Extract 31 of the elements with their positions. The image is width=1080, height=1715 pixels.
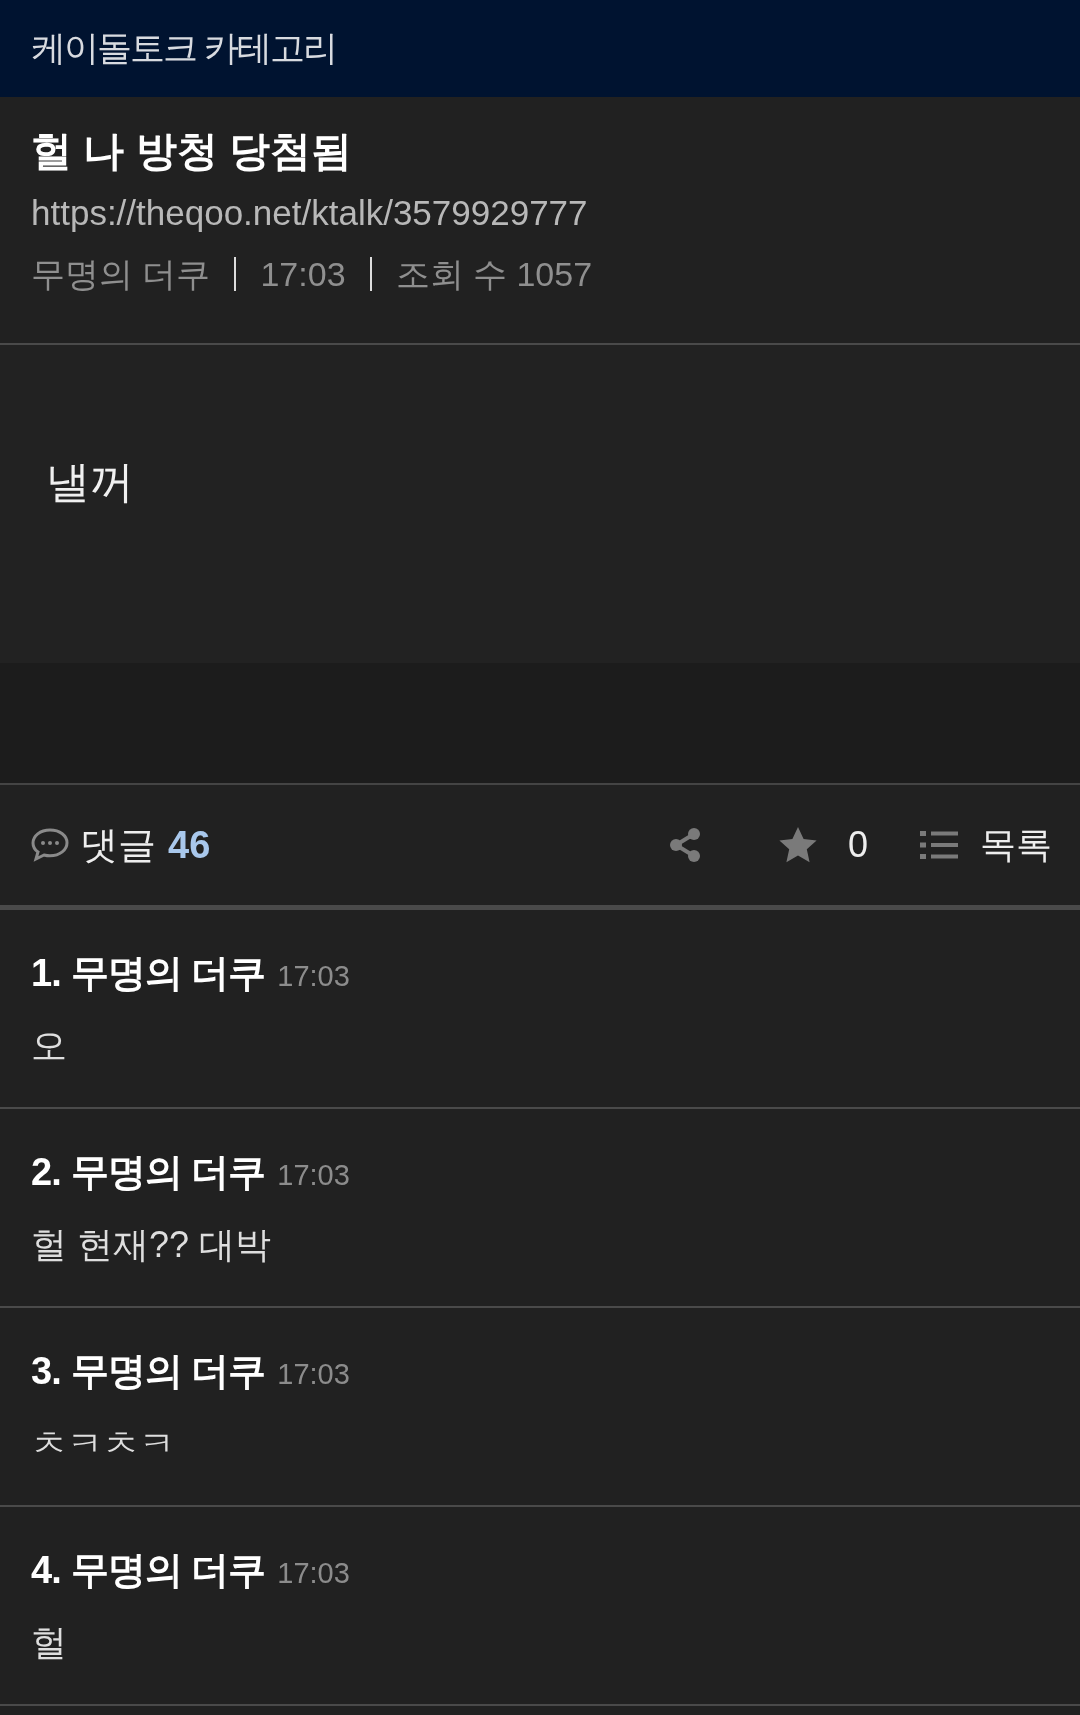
post-time: 17:03 xyxy=(260,254,346,295)
comment-text: 오 xyxy=(31,1024,68,1068)
comment-author: 무명의 더쿠 xyxy=(70,1349,266,1394)
comment-time: 17:03 xyxy=(277,1357,350,1392)
star-icon[interactable] xyxy=(777,826,818,864)
list-icon xyxy=(920,830,958,860)
comment-time: 17:03 xyxy=(277,1158,350,1193)
post-author: 무명의 더쿠 xyxy=(31,254,211,295)
comment-number: 4. xyxy=(31,1548,61,1593)
comment-author: 무명의 더쿠 xyxy=(70,951,266,996)
comment-text: 헐 현재?? 대박 xyxy=(31,1223,273,1267)
comment-number: 2. xyxy=(31,1150,61,1195)
share-icon[interactable] xyxy=(667,826,702,864)
comment-time: 17:03 xyxy=(277,1556,350,1591)
comments-label: 댓글 xyxy=(80,822,156,868)
list-button[interactable]: 목록 xyxy=(920,820,1052,870)
post-title: 헐 나 방청 당첨됨 xyxy=(31,127,353,176)
comment-text: 헐 xyxy=(31,1621,68,1665)
comment-count: 46 xyxy=(168,823,211,867)
comment-time: 17:03 xyxy=(277,959,350,994)
view-count: 조회 수 1057 xyxy=(395,254,593,295)
comment-text: ㅊㅋㅊㅋ xyxy=(31,1422,176,1466)
comment-author: 무명의 더쿠 xyxy=(70,1150,266,1195)
star-count: 0 xyxy=(847,824,868,866)
comment-number: 3. xyxy=(31,1349,61,1394)
category-title[interactable]: 케이돌토크 카테고리 xyxy=(31,25,336,72)
speech-bubble-icon xyxy=(30,827,70,863)
comment-author: 무명의 더쿠 xyxy=(70,1548,266,1593)
post-url[interactable]: https://theqoo.net/ktalk/3579929777 xyxy=(31,187,588,239)
post-text: 낼꺼 xyxy=(46,457,134,506)
comment-number: 1. xyxy=(31,951,61,996)
